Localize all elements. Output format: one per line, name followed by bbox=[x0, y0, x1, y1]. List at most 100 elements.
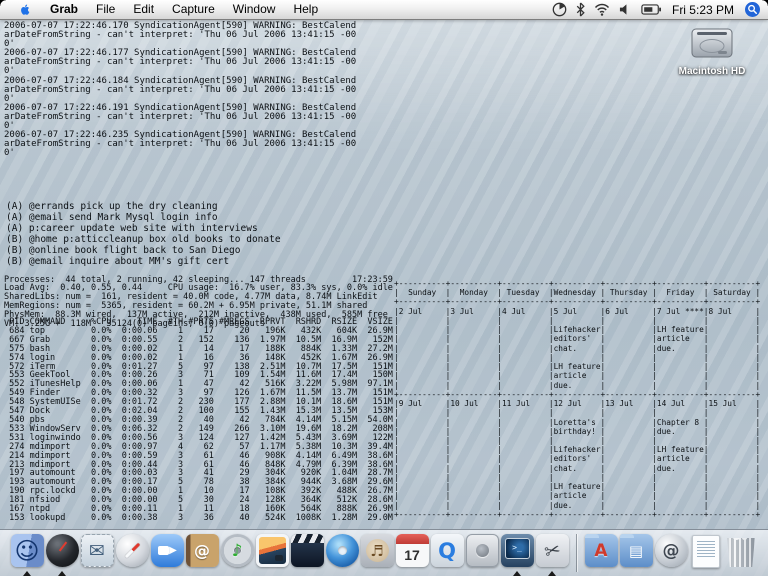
menu-capture[interactable]: Capture bbox=[163, 0, 224, 19]
menu-bar-left: GrabFileEditCaptureWindowHelp bbox=[0, 0, 327, 19]
dock-icon-ical[interactable] bbox=[395, 534, 430, 576]
dock-icon-ichat[interactable] bbox=[150, 534, 185, 576]
quicktime-icon bbox=[431, 534, 464, 567]
calendar-line: | | | |birthday! | |due. | | bbox=[394, 427, 760, 436]
imovie-icon bbox=[291, 534, 324, 567]
log-message: 2006-07-07 17:22:46.177 SyndicationAgent… bbox=[4, 49, 358, 76]
apple-menu[interactable] bbox=[10, 2, 41, 17]
hard-drive-label: Macintosh HD bbox=[674, 66, 750, 77]
dock-icon-finder[interactable] bbox=[10, 534, 45, 576]
ichat-icon bbox=[151, 534, 184, 567]
dock-icon-mail[interactable] bbox=[80, 534, 115, 576]
calendar-line: | | | |due. | | | | bbox=[394, 381, 760, 390]
apple-icon bbox=[19, 2, 32, 17]
calendar-line: +----------+----------+----------+------… bbox=[394, 390, 760, 399]
log-message: 2006-07-07 17:22:46.170 SyndicationAgent… bbox=[4, 22, 358, 49]
idvd-icon bbox=[326, 534, 359, 567]
dashboard-icon bbox=[46, 534, 79, 567]
dock-icon-imovie[interactable] bbox=[290, 534, 325, 576]
dock-icon-garageband[interactable] bbox=[360, 534, 395, 576]
desktop: GrabFileEditCaptureWindowHelp Fri 5:23 P… bbox=[0, 0, 768, 576]
calendar-line: | | | |article | | | | bbox=[394, 491, 760, 500]
menu-bar-clock[interactable]: Fri 5:23 PM bbox=[670, 3, 736, 17]
dock-icon-grab[interactable] bbox=[535, 534, 570, 576]
hard-drive-icon bbox=[689, 27, 735, 60]
garageband-icon bbox=[361, 534, 394, 567]
finder-icon bbox=[11, 534, 44, 567]
bluetooth-icon[interactable] bbox=[576, 2, 585, 17]
dock-icon-folder-documents[interactable] bbox=[619, 534, 654, 576]
dock-icon-idvd[interactable] bbox=[325, 534, 360, 576]
calendar-line: | | | | | | | | bbox=[394, 408, 760, 417]
dock-icon-trash[interactable] bbox=[724, 534, 759, 576]
process-table-line: 153 lookupd 0.0% 0:00.38 3 36 40 524K 10… bbox=[4, 514, 393, 523]
calendar-line: |2 Jul |3 Jul |4 Jul |5 Jul |6 Jul |7 Ju… bbox=[394, 307, 760, 316]
dock-icon-quicktime[interactable] bbox=[430, 534, 465, 576]
syslog-overlay: 2006-07-07 17:22:46.170 SyndicationAgent… bbox=[4, 22, 358, 158]
folder-applications-icon bbox=[585, 534, 618, 567]
dock-icon-separator bbox=[570, 534, 584, 576]
separator-icon bbox=[576, 534, 577, 572]
calendar-line: | | | | | | | | bbox=[394, 353, 760, 362]
volume-icon[interactable] bbox=[619, 3, 632, 16]
todo-item: (A) @errands pick up the dry cleaning bbox=[6, 201, 281, 212]
calendar-line: |9 Jul |10 Jul |11 Jul |12 Jul |13 Jul |… bbox=[394, 399, 760, 408]
dock-icon-iterm[interactable] bbox=[500, 534, 535, 576]
addressbook-icon bbox=[186, 534, 219, 567]
menu-bar: GrabFileEditCaptureWindowHelp Fri 5:23 P… bbox=[0, 0, 768, 20]
calendar-line: | | | |Loretta's | |Chapter 8 | | bbox=[394, 418, 760, 427]
screen-corner bbox=[0, 0, 6, 6]
mail-icon bbox=[81, 534, 114, 567]
calendar-line: | | | |chat. | |due. | | bbox=[394, 464, 760, 473]
calendar-line: | | | |Lifehacker| |LH feature| | bbox=[394, 325, 760, 334]
safari-icon bbox=[116, 534, 149, 567]
clock-menu-icon[interactable] bbox=[552, 2, 567, 17]
dock-icon-folder-applications[interactable] bbox=[584, 534, 619, 576]
dock-icon-safari[interactable] bbox=[115, 534, 150, 576]
screen-corner bbox=[762, 0, 768, 6]
folder-documents-icon bbox=[620, 534, 653, 567]
calendar-line: | | | |due. | | | | bbox=[394, 501, 760, 510]
menu-grab[interactable]: Grab bbox=[41, 0, 87, 19]
menu-help[interactable]: Help bbox=[284, 0, 327, 19]
calendar-line: | | | |chat. | |due. | | bbox=[394, 344, 760, 353]
battery-icon[interactable] bbox=[641, 4, 661, 15]
calendar-line: | | | |editors' | |article | | bbox=[394, 454, 760, 463]
calendar-line: | | | | | | | | bbox=[394, 473, 760, 482]
macintosh-hd-icon[interactable]: Macintosh HD bbox=[674, 27, 750, 77]
dock-icon-document[interactable] bbox=[689, 534, 724, 576]
calendar-line: | | | | | | | | bbox=[394, 316, 760, 325]
calendar-line: | Sunday | Monday | Tuesday |Wednesday |… bbox=[394, 288, 760, 297]
webloc-icon bbox=[655, 534, 688, 567]
todo-item: (A) @email send Mark Mysql login info bbox=[6, 212, 281, 223]
dock bbox=[0, 529, 768, 576]
iphoto-icon bbox=[256, 534, 289, 567]
dock-icon-sysprefs[interactable] bbox=[465, 534, 500, 576]
itunes-icon bbox=[221, 534, 254, 567]
calendar-overlay: +----------+----------+----------+------… bbox=[394, 279, 760, 519]
trash-icon bbox=[725, 534, 758, 567]
spotlight-icon[interactable] bbox=[745, 2, 760, 17]
calendar-line: +----------+----------+----------+------… bbox=[394, 510, 760, 519]
calendar-line: | | | |LH feature| | | | bbox=[394, 362, 760, 371]
ical-icon bbox=[396, 534, 429, 567]
calendar-line: | | | |article | | | | bbox=[394, 371, 760, 380]
dock-icon-addressbook[interactable] bbox=[185, 534, 220, 576]
calendar-line: | | | |editors' | |article | | bbox=[394, 334, 760, 343]
grab-icon bbox=[536, 534, 569, 567]
calendar-line: | | | |Lifehacker| |LH feature| | bbox=[394, 445, 760, 454]
todo-item: (B) @home p:atticcleanup box old books t… bbox=[6, 234, 281, 245]
menu-file[interactable]: File bbox=[87, 0, 124, 19]
process-table-overlay: PID COMMAND %CPU TIME #TH #PRTS #MREGS R… bbox=[4, 318, 393, 523]
dock-icon-dashboard[interactable] bbox=[45, 534, 80, 576]
log-message: 2006-07-07 17:22:46.184 SyndicationAgent… bbox=[4, 77, 358, 104]
menu-edit[interactable]: Edit bbox=[124, 0, 163, 19]
dock-icon-itunes[interactable] bbox=[220, 534, 255, 576]
dock-icon-webloc[interactable] bbox=[654, 534, 689, 576]
dock-icon-iphoto[interactable] bbox=[255, 534, 290, 576]
menu-bar-right: Fri 5:23 PM bbox=[552, 2, 768, 17]
airport-icon[interactable] bbox=[594, 3, 610, 16]
calendar-line: | | | | | | | | bbox=[394, 436, 760, 445]
document-icon bbox=[692, 535, 720, 568]
menu-window[interactable]: Window bbox=[224, 0, 285, 19]
